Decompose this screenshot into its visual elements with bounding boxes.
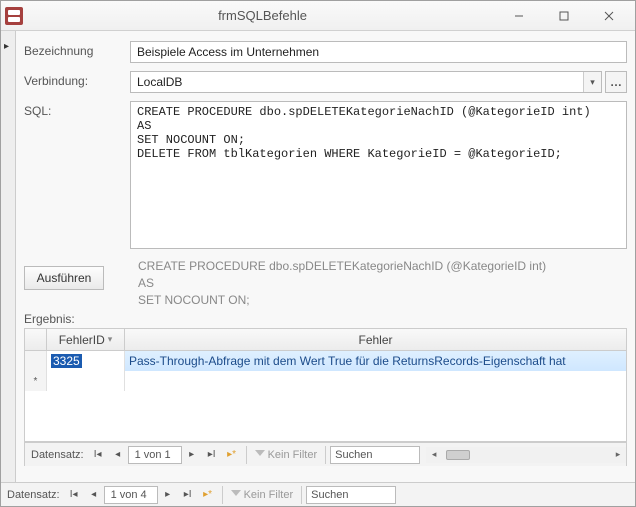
row-selector-icon[interactable]: [25, 351, 47, 371]
app-icon: [5, 7, 23, 25]
outer-nav-filter-indicator[interactable]: Kein Filter: [227, 489, 298, 501]
nav-last-button[interactable]: ▸I: [202, 444, 222, 466]
nav-first-button[interactable]: I◂: [88, 444, 108, 466]
minimize-button[interactable]: [496, 1, 541, 30]
record-selector-arrow-icon: ▸: [4, 41, 9, 52]
nav-new-button[interactable]: ▸*: [222, 444, 242, 466]
record-selector-strip[interactable]: ▸: [1, 31, 16, 482]
chevron-down-icon[interactable]: ▾: [583, 72, 601, 92]
column-header-fehlerid[interactable]: FehlerID▾: [47, 329, 125, 350]
outer-nav-search-input[interactable]: Suchen: [306, 486, 396, 504]
new-row-star-icon: *: [25, 371, 47, 391]
result-grid: FehlerID▾ Fehler 3325 Pass-Through-Abfra…: [24, 328, 627, 442]
column-header-fehler[interactable]: Fehler: [125, 329, 626, 350]
cell-fehler[interactable]: Pass-Through-Abfrage mit dem Wert True f…: [125, 351, 626, 371]
outer-nav-record-label: Datensatz:: [1, 489, 64, 501]
hscroll-thumb[interactable]: [446, 450, 470, 460]
bezeichnung-label: Bezeichnung: [24, 41, 130, 58]
outer-nav-first-button[interactable]: I◂: [64, 484, 84, 506]
funnel-icon: [231, 490, 241, 500]
outer-nav-record-counter[interactable]: 1 von 4: [104, 486, 158, 504]
verbindung-browse-button[interactable]: …: [605, 71, 627, 93]
outer-nav-prev-button[interactable]: ◂: [84, 484, 104, 506]
execute-button[interactable]: Ausführen: [24, 266, 104, 290]
bezeichnung-input[interactable]: [130, 41, 627, 63]
table-row-new[interactable]: *: [25, 371, 626, 391]
table-row[interactable]: 3325 Pass-Through-Abfrage mit dem Wert T…: [25, 351, 626, 371]
form-content: ▸ Bezeichnung Verbindung: ▾ … SQL:: [1, 31, 635, 482]
nav-prev-button[interactable]: ◂: [108, 444, 128, 466]
verbindung-combo[interactable]: [130, 71, 602, 93]
outer-nav-last-button[interactable]: ▸I: [178, 484, 198, 506]
nav-record-counter[interactable]: 1 von 1: [128, 446, 182, 464]
cell-fehlerid-new[interactable]: [47, 371, 125, 391]
sql-textarea[interactable]: [130, 101, 627, 249]
verbindung-label: Verbindung:: [24, 71, 130, 88]
nav-next-button[interactable]: ▸: [182, 444, 202, 466]
nav-search-input[interactable]: Suchen: [330, 446, 420, 464]
ergebnis-label: Ergebnis:: [24, 312, 627, 326]
outer-nav-next-button[interactable]: ▸: [158, 484, 178, 506]
maximize-button[interactable]: [541, 1, 586, 30]
cell-fehler-new[interactable]: [125, 371, 626, 391]
hscroll-left-button[interactable]: ◂: [426, 448, 442, 462]
window-title: frmSQLBefehle: [29, 8, 496, 23]
sql-echo-text: CREATE PROCEDURE dbo.spDELETEKategorieNa…: [24, 258, 627, 306]
hscroll-right-button[interactable]: ▸: [610, 448, 626, 462]
grid-corner[interactable]: [25, 329, 47, 350]
sql-label: SQL:: [24, 101, 130, 118]
title-bar: frmSQLBefehle: [1, 1, 635, 31]
nav-filter-indicator[interactable]: Kein Filter: [251, 449, 322, 461]
nav-record-label: Datensatz:: [25, 449, 88, 461]
close-button[interactable]: [586, 1, 631, 30]
funnel-icon: [255, 450, 265, 460]
cell-fehlerid[interactable]: 3325: [47, 351, 125, 371]
outer-nav-new-button[interactable]: ▸*: [198, 484, 218, 506]
